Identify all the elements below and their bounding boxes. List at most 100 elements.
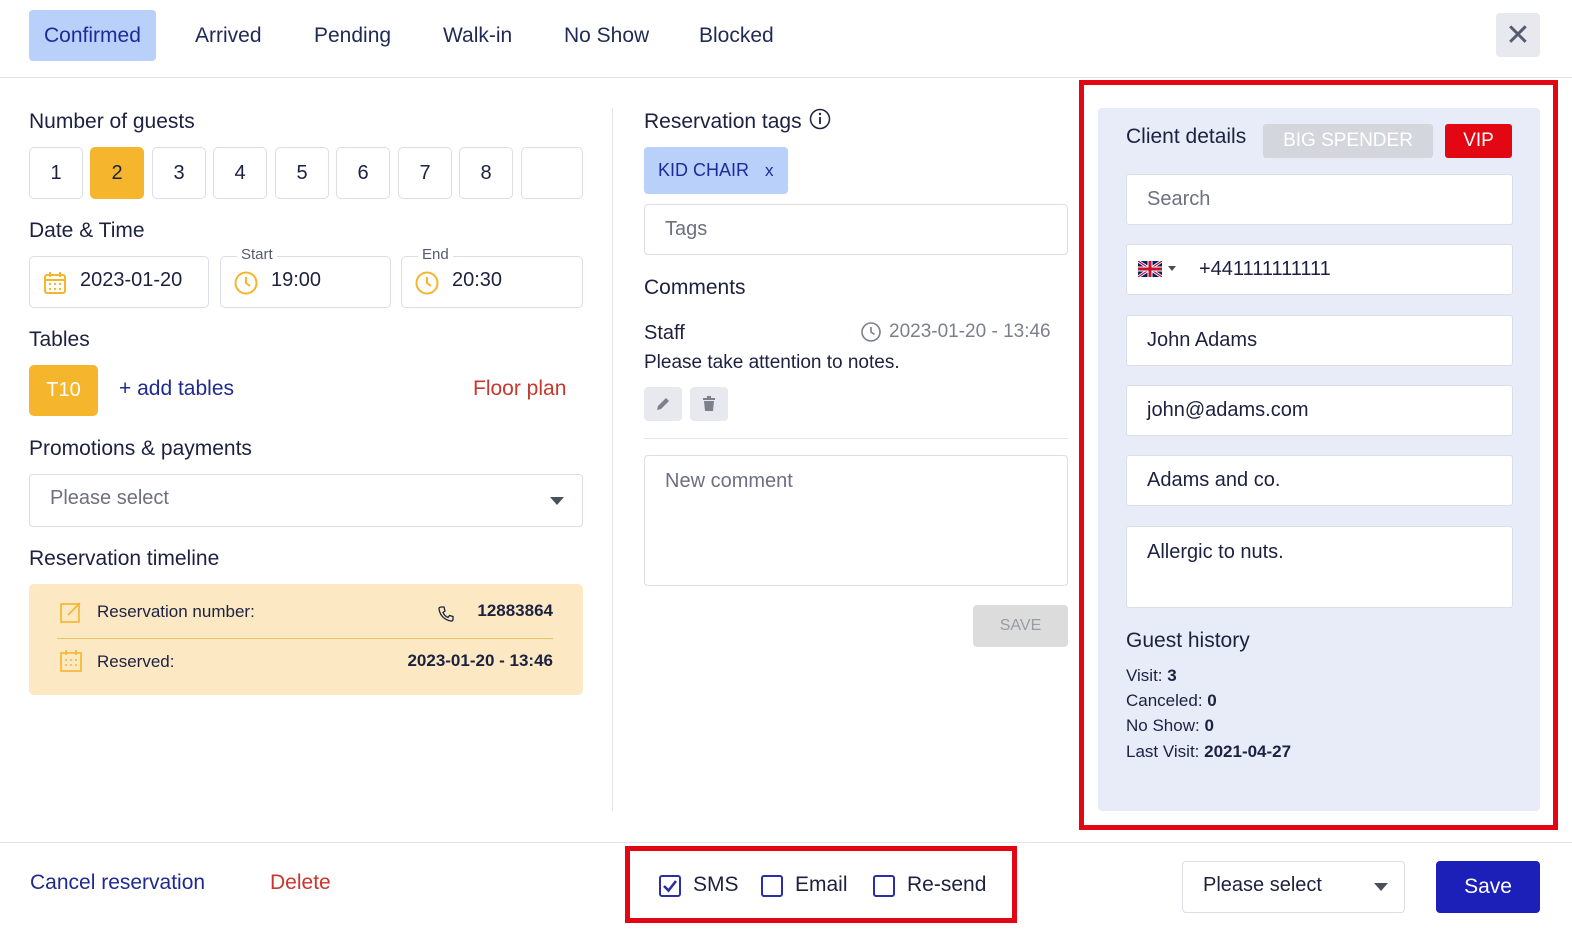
phone-field[interactable]: +441111111111 bbox=[1126, 244, 1513, 295]
calendar-icon bbox=[44, 272, 66, 294]
reserved-value: 2023-01-20 - 13:46 bbox=[407, 651, 553, 670]
reservation-number-value: 12883864 bbox=[477, 601, 553, 620]
history-visit-label: Visit: bbox=[1126, 666, 1163, 685]
chevron-down-icon bbox=[1374, 883, 1388, 891]
info-icon[interactable] bbox=[809, 108, 831, 130]
add-tables-link[interactable]: + add tables bbox=[119, 377, 234, 401]
column-divider bbox=[612, 108, 613, 811]
delete-link[interactable]: Delete bbox=[270, 871, 331, 895]
guest-option-6[interactable]: 6 bbox=[336, 147, 390, 199]
reserved-label: Reserved: bbox=[97, 652, 175, 671]
end-time-value: 20:30 bbox=[452, 269, 503, 291]
comments-title: Comments bbox=[644, 276, 746, 299]
close-button[interactable]: ✕ bbox=[1496, 13, 1540, 57]
timeline-row-reserved: Reserved: 2023-01-20 - 13:46 bbox=[57, 639, 553, 687]
start-time-field[interactable]: Start 19:00 bbox=[220, 246, 391, 308]
datetime-title: Date & Time bbox=[29, 219, 145, 242]
timeline-title: Reservation timeline bbox=[29, 547, 220, 570]
cancel-reservation-link[interactable]: Cancel reservation bbox=[30, 871, 205, 895]
end-label: End bbox=[418, 246, 453, 263]
chevron-down-icon bbox=[550, 497, 564, 505]
edit-comment-button[interactable] bbox=[644, 387, 682, 421]
sms-checkbox[interactable] bbox=[659, 875, 681, 897]
date-value: 2023-01-20 bbox=[80, 269, 183, 291]
guest-custom-input[interactable] bbox=[521, 147, 583, 199]
footer-select-placeholder: Please select bbox=[1203, 874, 1322, 896]
resend-checkbox[interactable] bbox=[873, 875, 895, 897]
guest-option-2[interactable]: 2 bbox=[90, 147, 144, 199]
guest-option-1[interactable]: 1 bbox=[29, 147, 83, 199]
new-comment-textarea[interactable]: New comment bbox=[644, 455, 1068, 586]
name-value: John Adams bbox=[1147, 329, 1258, 351]
badge-vip[interactable]: VIP bbox=[1445, 124, 1512, 158]
table-chip-t10[interactable]: T10 bbox=[29, 365, 98, 416]
clock-icon bbox=[415, 271, 439, 295]
promotions-placeholder: Please select bbox=[50, 487, 169, 509]
trash-icon bbox=[703, 396, 715, 411]
history-noshow-label: No Show: bbox=[1126, 716, 1200, 735]
tag-chip-kid-chair: KID CHAIR x bbox=[644, 147, 788, 194]
phone-icon bbox=[438, 606, 454, 622]
uk-flag-icon[interactable] bbox=[1138, 261, 1162, 277]
email-label: Email bbox=[795, 873, 848, 896]
footer-divider bbox=[0, 842, 1572, 843]
date-field[interactable]: 2023-01-20 bbox=[29, 256, 209, 308]
phone-value: +441111111111 bbox=[1199, 258, 1331, 280]
history-noshow: No Show: 0 bbox=[1126, 716, 1214, 736]
guest-option-7[interactable]: 7 bbox=[398, 147, 452, 199]
client-search-placeholder: Search bbox=[1147, 188, 1211, 210]
client-details-title: Client details bbox=[1126, 125, 1247, 148]
client-notes-field[interactable]: Allergic to nuts. bbox=[1126, 526, 1513, 608]
tab-arrived[interactable]: Arrived bbox=[180, 10, 277, 61]
email-field[interactable]: john@adams.com bbox=[1126, 385, 1513, 436]
remove-tag-button[interactable]: x bbox=[765, 161, 774, 181]
history-last-visit: Last Visit: 2021-04-27 bbox=[1126, 742, 1291, 762]
email-checkbox[interactable] bbox=[761, 875, 783, 897]
guests-title: Number of guests bbox=[29, 110, 195, 133]
comment-timestamp: 2023-01-20 - 13:46 bbox=[889, 321, 1051, 342]
close-icon: ✕ bbox=[1505, 18, 1531, 52]
delete-comment-button[interactable] bbox=[690, 387, 728, 421]
promotions-title: Promotions & payments bbox=[29, 437, 252, 460]
timeline-row-number: Reservation number: 12883864 bbox=[57, 589, 553, 637]
badge-big-spender[interactable]: BIG SPENDER bbox=[1263, 124, 1433, 158]
reservation-timeline: Reservation number: 12883864 Reserved: 2… bbox=[29, 584, 583, 695]
sms-label: SMS bbox=[693, 873, 739, 896]
guest-option-4[interactable]: 4 bbox=[213, 147, 267, 199]
tab-pending[interactable]: Pending bbox=[299, 10, 406, 61]
checkmark-icon bbox=[663, 880, 678, 893]
floor-plan-link[interactable]: Floor plan bbox=[473, 377, 566, 401]
tags-input[interactable]: Tags bbox=[644, 204, 1068, 255]
client-notes-value: Allergic to nuts. bbox=[1147, 541, 1284, 563]
save-comment-button[interactable]: SAVE bbox=[973, 605, 1068, 647]
tab-blocked[interactable]: Blocked bbox=[684, 10, 789, 61]
calendar-icon bbox=[60, 650, 82, 672]
history-last-visit-label: Last Visit: bbox=[1126, 742, 1200, 761]
company-field[interactable]: Adams and co. bbox=[1126, 455, 1513, 506]
save-button[interactable]: Save bbox=[1436, 861, 1540, 913]
pencil-icon bbox=[657, 398, 669, 410]
guest-option-8[interactable]: 8 bbox=[459, 147, 513, 199]
tab-confirmed[interactable]: Confirmed bbox=[29, 10, 156, 61]
tab-no-show[interactable]: No Show bbox=[549, 10, 664, 61]
guest-option-5[interactable]: 5 bbox=[275, 147, 329, 199]
status-tab-bar: Confirmed Arrived Pending Walk-in No Sho… bbox=[0, 0, 1572, 78]
history-canceled-label: Canceled: bbox=[1126, 691, 1203, 710]
tags-placeholder: Tags bbox=[665, 218, 708, 240]
history-visit: Visit: 3 bbox=[1126, 666, 1177, 686]
client-search-input[interactable]: Search bbox=[1126, 174, 1513, 225]
email-value: john@adams.com bbox=[1147, 399, 1309, 421]
name-field[interactable]: John Adams bbox=[1126, 315, 1513, 366]
end-time-field[interactable]: End 20:30 bbox=[401, 246, 583, 308]
tables-title: Tables bbox=[29, 328, 90, 351]
comments-divider bbox=[644, 438, 1068, 439]
guest-option-3[interactable]: 3 bbox=[152, 147, 206, 199]
footer-select[interactable]: Please select bbox=[1182, 861, 1405, 913]
reservation-tags-title: Reservation tags bbox=[644, 110, 802, 133]
promotions-select[interactable]: Please select bbox=[29, 474, 583, 527]
history-canceled: Canceled: 0 bbox=[1126, 691, 1217, 711]
chevron-down-icon[interactable] bbox=[1168, 266, 1176, 271]
comment-text: Please take attention to notes. bbox=[644, 352, 900, 373]
new-comment-placeholder: New comment bbox=[665, 470, 793, 492]
tab-walk-in[interactable]: Walk-in bbox=[428, 10, 527, 61]
